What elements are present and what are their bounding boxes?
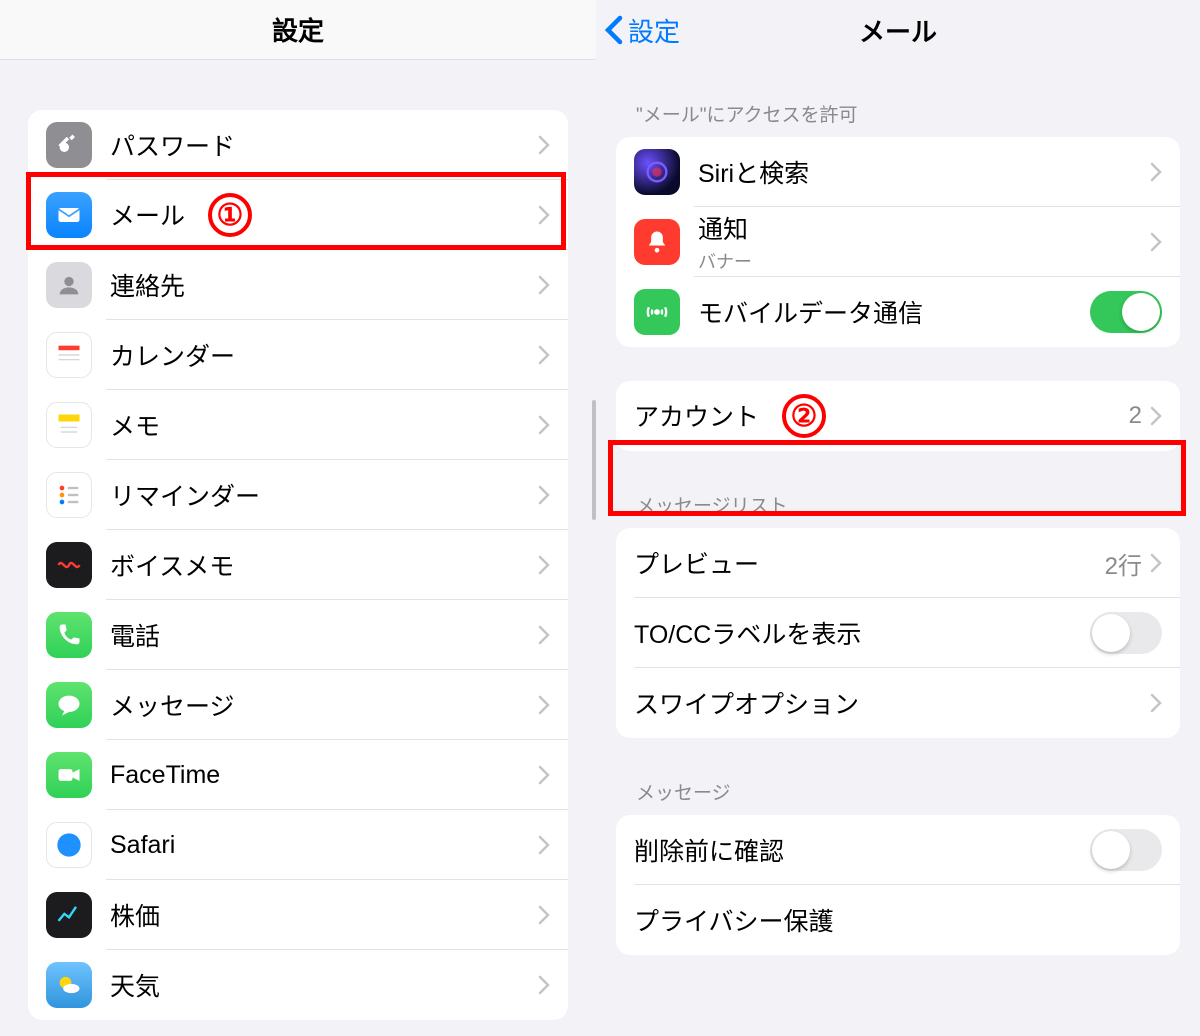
back-button[interactable]: 設定: [604, 12, 680, 49]
confirm-delete-row: 削除前に確認: [616, 815, 1180, 885]
bell-icon: [634, 219, 680, 265]
preview-label: プレビュー: [634, 545, 1105, 581]
settings-item-passwords[interactable]: パスワード: [28, 110, 568, 180]
settings-item-voicememo[interactable]: ボイスメモ: [28, 530, 568, 600]
siri-search-row[interactable]: Siriと検索: [616, 137, 1180, 207]
chevron-right-icon: [538, 555, 550, 575]
chevron-right-icon: [1150, 406, 1162, 426]
notes-icon: [46, 402, 92, 448]
settings-item-label: ボイスメモ: [110, 547, 538, 583]
messages-icon: [46, 682, 92, 728]
message-header: メッセージ: [616, 778, 1180, 815]
navbar-mail: 設定 メール: [596, 0, 1200, 60]
calendar-icon: [46, 332, 92, 378]
chevron-right-icon: [538, 765, 550, 785]
chevron-right-icon: [538, 135, 550, 155]
chevron-right-icon: [538, 345, 550, 365]
reminders-icon: [46, 472, 92, 518]
settings-item-label: Safari: [110, 831, 538, 860]
chevron-right-icon: [538, 905, 550, 925]
tocc-toggle[interactable]: [1090, 612, 1162, 654]
settings-item-reminders[interactable]: リマインダー: [28, 460, 568, 530]
chevron-right-icon: [538, 485, 550, 505]
facetime-icon: [46, 752, 92, 798]
confirm-delete-toggle[interactable]: [1090, 829, 1162, 871]
accounts-value: 2: [1129, 402, 1142, 430]
settings-item-contacts[interactable]: 連絡先: [28, 250, 568, 320]
settings-item-facetime[interactable]: FaceTime: [28, 740, 568, 810]
settings-item-label: メール ①: [110, 193, 538, 237]
settings-item-label: 株価: [110, 897, 538, 933]
cellular-toggle[interactable]: [1090, 291, 1162, 333]
settings-item-safari[interactable]: Safari: [28, 810, 568, 880]
chevron-right-icon: [538, 415, 550, 435]
page-title: 設定: [272, 11, 324, 48]
swipe-row[interactable]: スワイプオプション: [616, 668, 1180, 738]
preview-row[interactable]: プレビュー 2行: [616, 528, 1180, 598]
tocc-label: TO/CCラベルを表示: [634, 615, 1090, 651]
settings-item-label: リマインダー: [110, 477, 538, 513]
swipe-label: スワイプオプション: [634, 685, 1150, 721]
annotation-badge-1: ①: [208, 193, 252, 237]
page-title: メール: [859, 12, 937, 49]
voicememo-icon: [46, 542, 92, 588]
chevron-right-icon: [1150, 693, 1162, 713]
settings-item-label: 連絡先: [110, 267, 538, 303]
mail-icon: [46, 192, 92, 238]
settings-item-label: メッセージ: [110, 687, 538, 723]
settings-item-messages[interactable]: メッセージ: [28, 670, 568, 740]
cellular-data-row: モバイルデータ通信: [616, 277, 1180, 347]
annotation-badge-2: ②: [782, 394, 826, 438]
chevron-right-icon: [538, 625, 550, 645]
settings-item-stocks[interactable]: 株価: [28, 880, 568, 950]
antenna-icon: [634, 289, 680, 335]
settings-item-weather[interactable]: 天気: [28, 950, 568, 1020]
notif-sublabel: バナー: [698, 248, 1150, 274]
chevron-right-icon: [1150, 162, 1162, 182]
notif-label: 通知: [698, 210, 1150, 246]
privacy-label: プライバシー保護: [634, 902, 1162, 938]
siri-icon: [634, 149, 680, 195]
chevron-right-icon: [1150, 232, 1162, 252]
settings-item-label: FaceTime: [110, 761, 538, 790]
notifications-row[interactable]: 通知 バナー: [616, 207, 1180, 277]
confirm-delete-label: 削除前に確認: [634, 832, 1090, 868]
chevron-right-icon: [538, 205, 550, 225]
contacts-icon: [46, 262, 92, 308]
settings-item-calendar[interactable]: カレンダー: [28, 320, 568, 390]
back-label: 設定: [628, 12, 680, 49]
chevron-right-icon: [538, 275, 550, 295]
privacy-row[interactable]: プライバシー保護: [616, 885, 1180, 955]
cellular-label: モバイルデータ通信: [698, 294, 1090, 330]
siri-label: Siriと検索: [698, 154, 1150, 190]
settings-item-phone[interactable]: 電話: [28, 600, 568, 670]
stocks-icon: [46, 892, 92, 938]
key-icon: [46, 122, 92, 168]
preview-value: 2行: [1105, 546, 1142, 581]
tocc-row: TO/CCラベルを表示: [616, 598, 1180, 668]
settings-item-label: パスワード: [110, 127, 538, 163]
settings-item-mail[interactable]: メール ①: [28, 180, 568, 250]
settings-item-label: 天気: [110, 967, 538, 1003]
allow-access-header: "メール"にアクセスを許可: [616, 100, 1180, 137]
message-list-header: メッセージリスト: [616, 491, 1180, 528]
chevron-right-icon: [538, 975, 550, 995]
accounts-label: アカウント ②: [634, 394, 1129, 438]
chevron-right-icon: [538, 695, 550, 715]
chevron-right-icon: [1150, 553, 1162, 573]
accounts-row[interactable]: アカウント ② 2: [616, 381, 1180, 451]
weather-icon: [46, 962, 92, 1008]
navbar-settings: 設定: [0, 0, 596, 60]
settings-item-label: カレンダー: [110, 337, 538, 373]
safari-icon: [46, 822, 92, 868]
settings-item-label: 電話: [110, 617, 538, 653]
settings-item-notes[interactable]: メモ: [28, 390, 568, 460]
settings-item-label: メモ: [110, 407, 538, 443]
chevron-right-icon: [538, 835, 550, 855]
phone-icon: [46, 612, 92, 658]
